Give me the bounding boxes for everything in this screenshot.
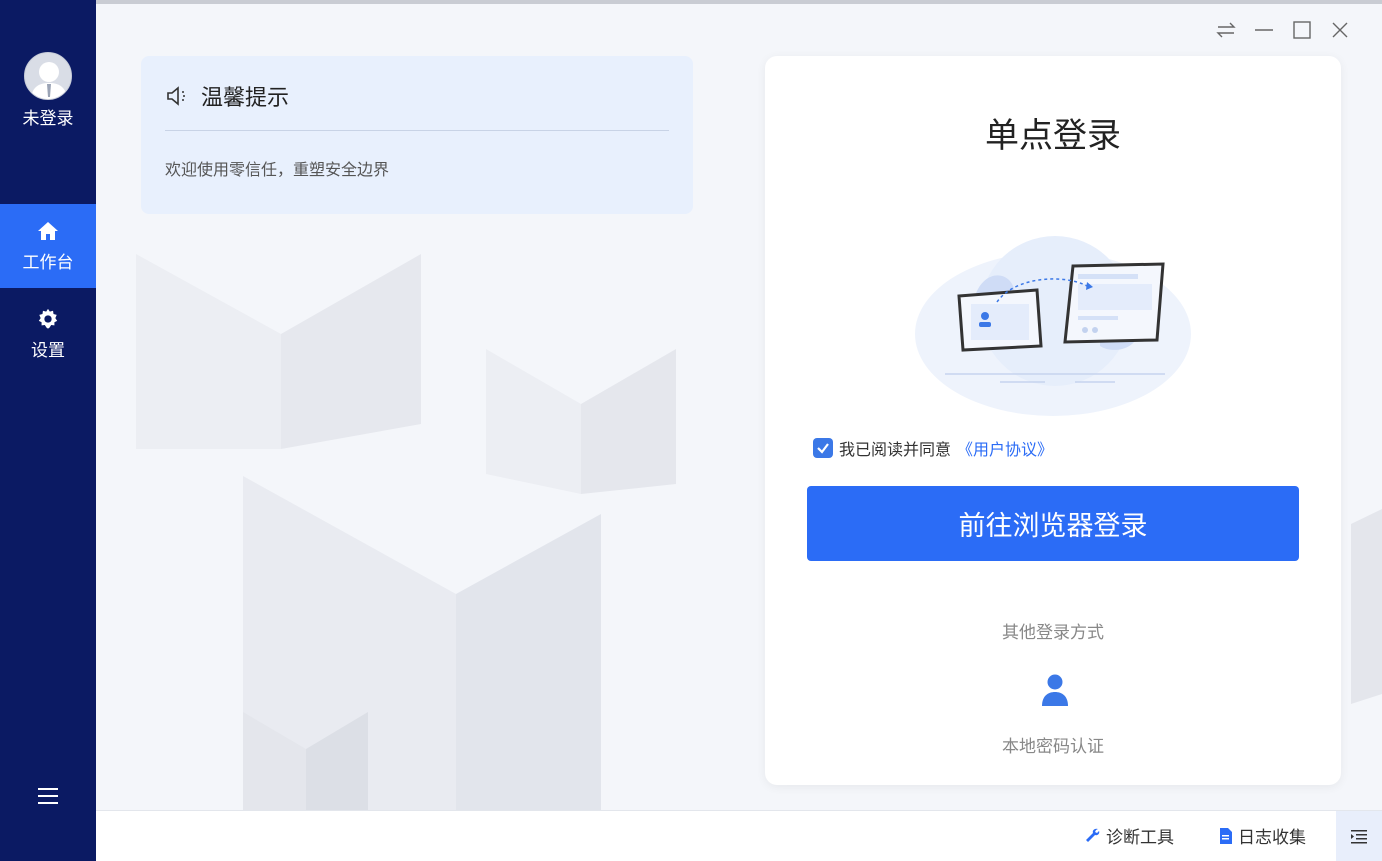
swap-icon[interactable]: [1214, 18, 1238, 42]
diagnose-tool-label: 诊断工具: [1106, 828, 1174, 848]
agreement-row: 我已阅读并同意 《用户协议》: [813, 436, 1053, 460]
wrench-icon: [1086, 828, 1100, 842]
login-card: 单点登录 我已阅读并同意 《用户协议》 前往浏览器登录 其他登录方式 本地密码认…: [765, 56, 1341, 785]
home-icon: [38, 222, 58, 240]
login-title: 单点登录: [985, 116, 1121, 156]
main-content: 温馨提示 欢迎使用零信任，重塑安全边界 单点登录 我已阅读并同意 《用户协议》 …: [96, 0, 1382, 810]
sidebar: 未登录 工作台 设置: [0, 0, 96, 861]
speaker-icon: [167, 86, 185, 106]
indent-list-icon: [1351, 829, 1367, 843]
agreement-checkbox[interactable]: [813, 438, 833, 458]
maximize-icon[interactable]: [1290, 18, 1314, 42]
local-password-auth-label[interactable]: 本地密码认证: [765, 732, 1341, 757]
footer-menu-button[interactable]: [1336, 811, 1382, 861]
notice-panel: 温馨提示 欢迎使用零信任，重塑安全边界: [141, 56, 693, 214]
sidebar-item-workbench[interactable]: 工作台: [0, 204, 96, 288]
browser-login-button[interactable]: 前往浏览器登录: [807, 486, 1299, 561]
hamburger-icon[interactable]: [36, 786, 60, 806]
log-collect-button[interactable]: 日志收集: [1218, 823, 1306, 848]
divider: [165, 130, 669, 131]
user-profile[interactable]: 未登录: [0, 52, 96, 129]
minimize-icon[interactable]: [1252, 18, 1276, 42]
user-agreement-link[interactable]: 《用户协议》: [957, 436, 1053, 460]
avatar[interactable]: [24, 52, 72, 100]
document-icon: [1220, 827, 1232, 844]
login-illustration: [915, 236, 1191, 416]
notice-title: 温馨提示: [201, 86, 290, 111]
sidebar-item-settings[interactable]: 设置: [0, 292, 96, 376]
sidebar-item-label: 工作台: [22, 253, 74, 273]
gear-icon: [38, 308, 58, 329]
user-icon[interactable]: [1040, 672, 1070, 708]
footer-bar: 诊断工具 日志收集: [96, 810, 1382, 861]
log-collect-label: 日志收集: [1238, 828, 1306, 848]
close-icon[interactable]: [1328, 18, 1352, 42]
login-status-label: 未登录: [22, 109, 74, 129]
notice-text: 欢迎使用零信任，重塑安全边界: [165, 160, 390, 179]
user-silhouette-icon: [31, 62, 67, 99]
window-controls: [1214, 18, 1352, 42]
sidebar-item-label: 设置: [31, 341, 65, 361]
other-login-methods-label: 其他登录方式: [1002, 623, 1104, 643]
notice-header: 温馨提示: [165, 80, 289, 112]
diagnose-tool-button[interactable]: 诊断工具: [1084, 823, 1174, 848]
check-icon: [817, 443, 829, 454]
agreement-text: 我已阅读并同意: [839, 440, 952, 459]
